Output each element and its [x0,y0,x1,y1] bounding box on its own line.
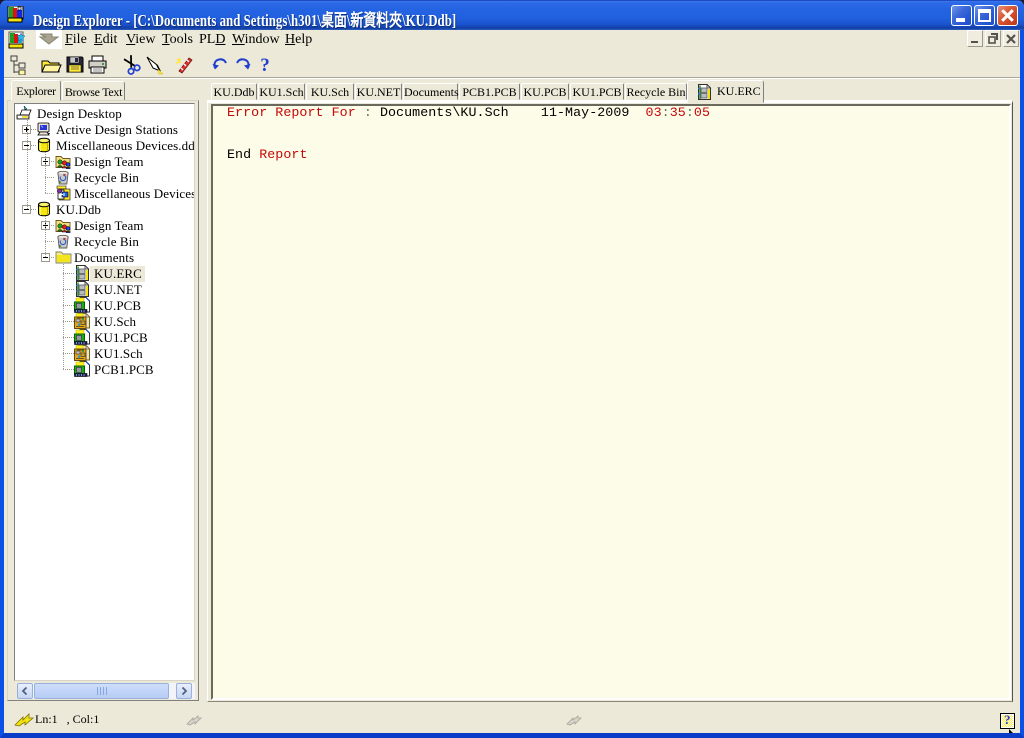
svg-text:?: ? [260,55,270,73]
